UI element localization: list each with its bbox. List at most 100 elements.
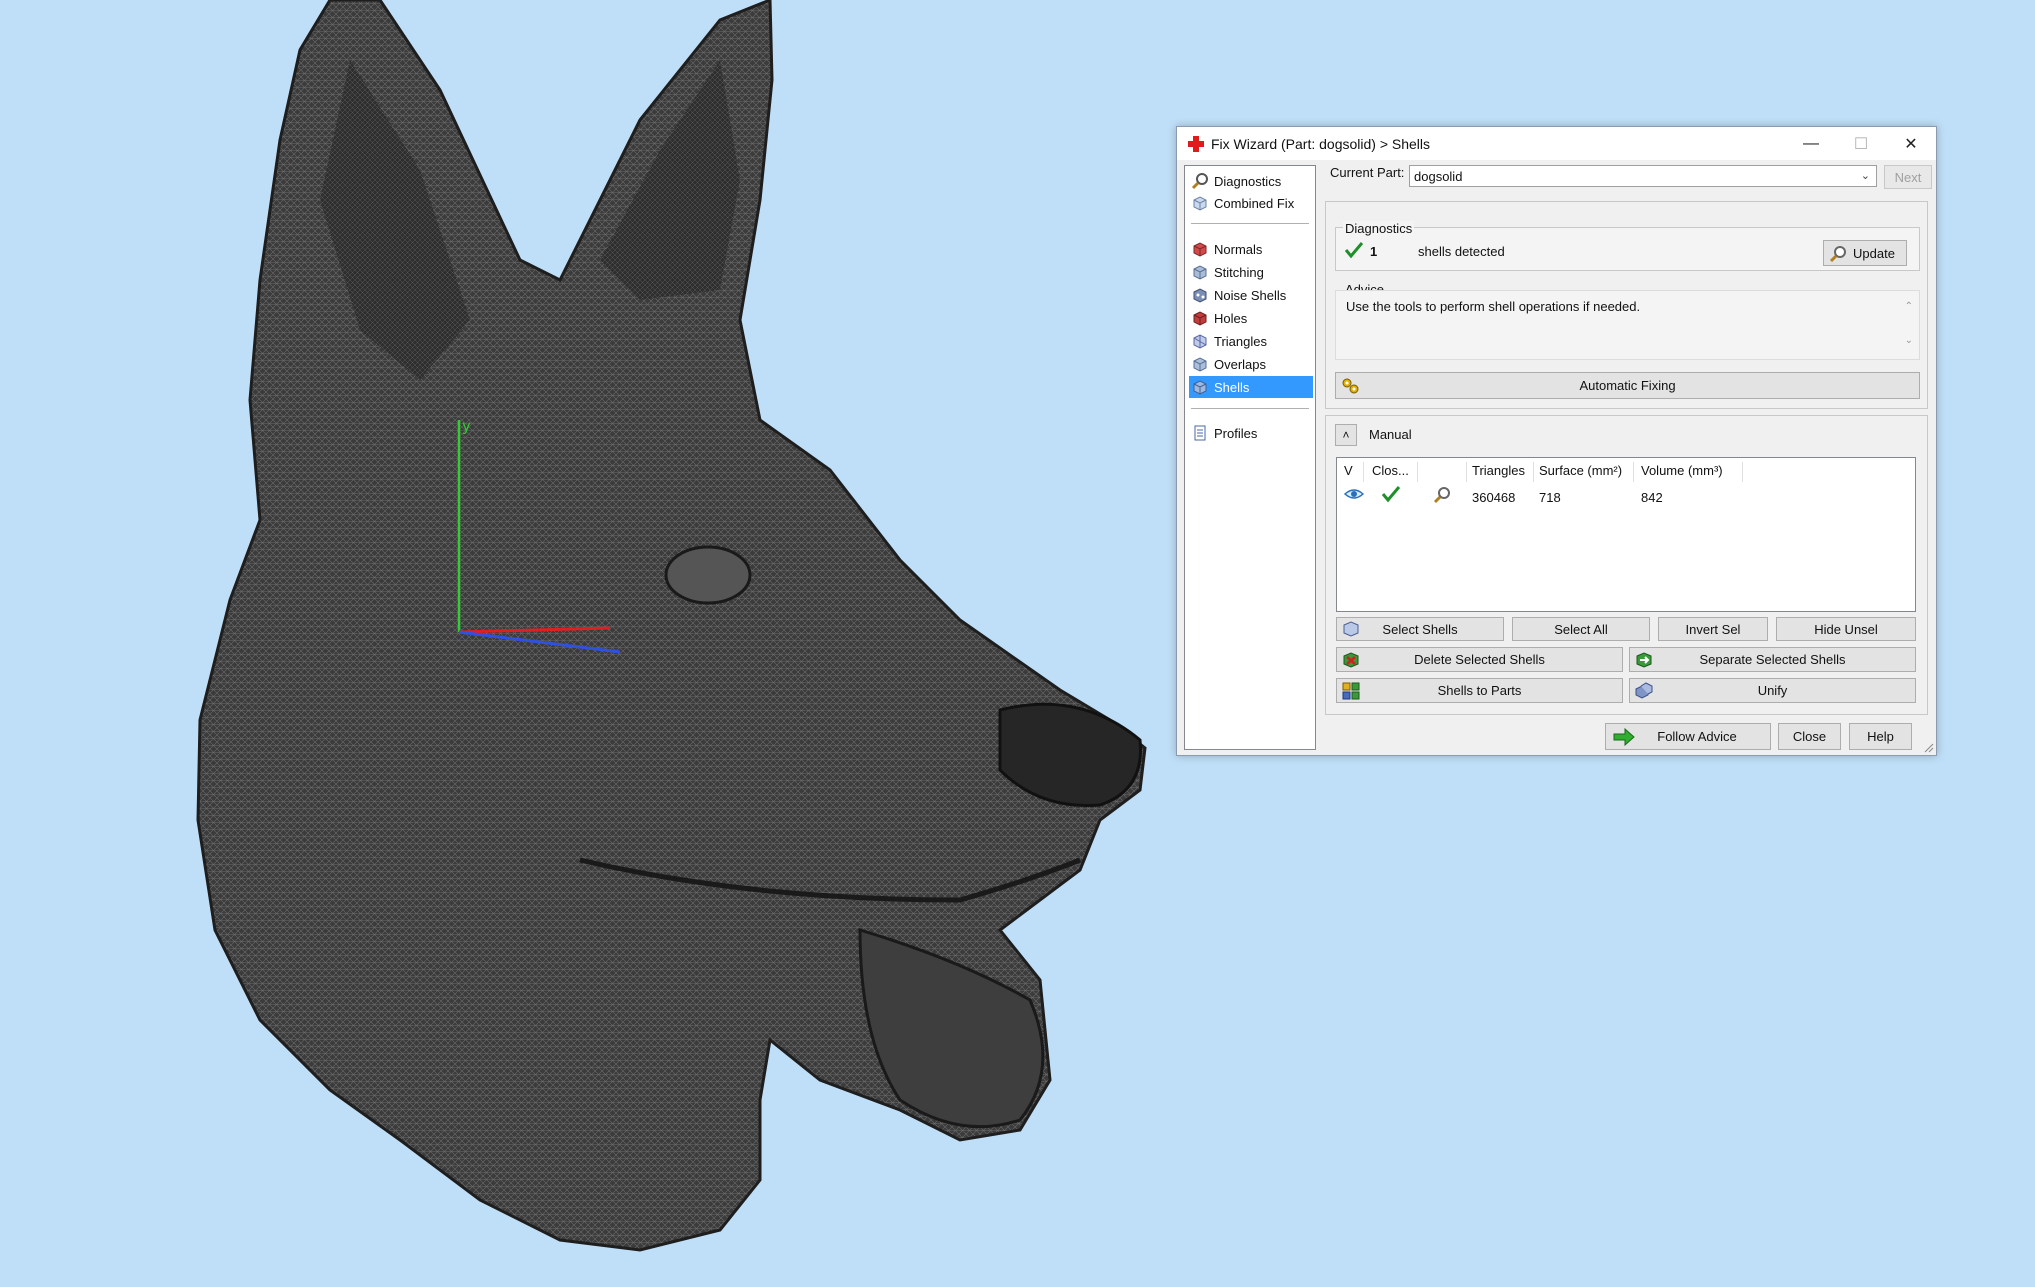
cube-icon [1193, 357, 1207, 372]
axis-y-label: y [462, 417, 471, 435]
cube-icon [1193, 334, 1207, 349]
nav-item-noise-shells[interactable]: Noise Shells [1189, 284, 1313, 306]
nav-item-label: Combined Fix [1214, 195, 1295, 211]
magnifier-icon [1829, 246, 1846, 263]
close-button[interactable]: Close [1778, 723, 1841, 750]
automatic-fixing-label: Automatic Fixing [1579, 378, 1676, 393]
nav-item-diagnostics[interactable]: Diagnostics [1189, 170, 1313, 192]
advice-text-area: Use the tools to perform shell operation… [1335, 290, 1920, 360]
nav-item-profiles[interactable]: Profiles [1189, 422, 1313, 444]
scroll-down-icon[interactable]: ⌄ [1905, 335, 1913, 346]
unify-label: Unify [1757, 683, 1788, 698]
title-bar[interactable]: Fix Wizard (Part: dogsolid) > Shells — ☐… [1177, 127, 1936, 160]
diagnostics-status-text: shells detected [1418, 244, 1505, 259]
column-header-surface[interactable]: Surface (mm²) [1539, 463, 1622, 483]
chevron-down-icon: ⌄ [1860, 170, 1870, 182]
separate-selected-shells-button[interactable]: Separate Selected Shells [1629, 647, 1916, 672]
shells-to-parts-label: Shells to Parts [1437, 683, 1522, 698]
delete-shell-icon [1343, 652, 1359, 668]
checkmark-icon [1344, 242, 1364, 259]
update-button[interactable]: Update [1823, 240, 1907, 266]
diagnostics-group-title: Diagnostics [1343, 221, 1415, 236]
magnifier-icon[interactable] [1432, 485, 1452, 505]
nav-item-label: Triangles [1214, 333, 1267, 349]
column-separator [1417, 462, 1418, 482]
cube-icon [1193, 196, 1207, 211]
shells-to-parts-icon [1342, 682, 1360, 700]
column-separator [1466, 462, 1467, 482]
nav-item-label: Profiles [1214, 425, 1258, 441]
cube-icon [1343, 621, 1359, 637]
hide-unselected-button[interactable]: Hide Unsel [1776, 617, 1916, 641]
current-part-value: dogsolid [1414, 168, 1463, 184]
viewport-canvas[interactable]: y [0, 0, 1170, 1287]
delete-selected-shells-button[interactable]: Delete Selected Shells [1336, 647, 1623, 672]
minimize-icon[interactable]: — [1786, 127, 1836, 160]
current-part-label: Current Part: [1330, 165, 1405, 180]
nav-item-stitching[interactable]: Stitching [1189, 261, 1313, 283]
separate-shell-icon [1636, 652, 1652, 668]
collapse-icon[interactable]: ˄ [1335, 424, 1357, 446]
nav-item-label: Shells [1214, 379, 1250, 395]
cube-icon [1193, 380, 1207, 395]
automatic-fixing-button[interactable]: Automatic Fixing [1335, 372, 1920, 399]
delete-selected-shells-label: Delete Selected Shells [1414, 652, 1545, 667]
help-button[interactable]: Help [1849, 723, 1912, 750]
shells-table[interactable]: V Clos... Triangles Surface (mm²) Volume… [1336, 457, 1916, 612]
cube-icon [1193, 288, 1207, 303]
shells-to-parts-button[interactable]: Shells to Parts [1336, 678, 1623, 703]
cell-volume: 842 [1641, 490, 1663, 505]
column-header-closed[interactable]: Clos... [1372, 463, 1409, 483]
nav-item-label: Holes [1214, 310, 1248, 326]
nav-item-shells[interactable]: Shells [1189, 376, 1313, 398]
cell-triangles: 360468 [1472, 490, 1516, 505]
nav-separator [1191, 408, 1309, 409]
select-all-button[interactable]: Select All [1512, 617, 1650, 641]
fix-wizard-dialog: Fix Wizard (Part: dogsolid) > Shells — ☐… [1176, 126, 1937, 756]
document-icon [1194, 425, 1206, 441]
nav-item-triangles[interactable]: Triangles [1189, 330, 1313, 352]
column-header-triangles[interactable]: Triangles [1472, 463, 1525, 483]
nav-item-overlaps[interactable]: Overlaps [1189, 353, 1313, 375]
eye-icon[interactable] [1343, 486, 1365, 502]
select-shells-label: Select Shells [1382, 621, 1458, 637]
unify-icon [1635, 682, 1653, 699]
follow-advice-label: Follow Advice [1657, 729, 1737, 744]
manual-label: Manual [1369, 427, 1412, 442]
next-button[interactable]: Next [1884, 165, 1932, 189]
nav-item-label: Normals [1214, 241, 1263, 257]
wizard-nav: Diagnostics Combined Fix Normals Stitchi… [1184, 165, 1316, 750]
column-separator [1633, 462, 1634, 482]
invert-selection-button[interactable]: Invert Sel [1658, 617, 1768, 641]
current-part-dropdown[interactable]: dogsolid ⌄ [1409, 165, 1877, 187]
shell-count: 1 [1370, 244, 1378, 259]
scroll-up-icon[interactable]: ⌃ [1905, 301, 1913, 312]
dog-head-model [196, 0, 1147, 1252]
column-header-volume[interactable]: Volume (mm³) [1641, 463, 1723, 483]
gears-icon [1342, 378, 1359, 394]
cube-icon [1193, 311, 1207, 326]
select-shells-button[interactable]: Select Shells [1336, 617, 1504, 641]
nav-item-normals[interactable]: Normals [1189, 238, 1313, 260]
column-separator [1742, 462, 1743, 482]
cube-icon [1193, 242, 1207, 257]
advice-text: Use the tools to perform shell operation… [1346, 299, 1641, 314]
resize-grip-icon[interactable] [1924, 743, 1934, 753]
column-header-visible[interactable]: V [1344, 463, 1353, 483]
separate-selected-shells-label: Separate Selected Shells [1699, 652, 1846, 667]
unify-button[interactable]: Unify [1629, 678, 1916, 703]
3d-viewport[interactable]: y [0, 0, 1170, 1287]
window-title: Fix Wizard (Part: dogsolid) > Shells [1211, 135, 1431, 152]
nav-item-label: Overlaps [1214, 356, 1267, 372]
nav-separator [1191, 223, 1309, 224]
column-separator [1533, 462, 1534, 482]
nav-item-holes[interactable]: Holes [1189, 307, 1313, 329]
cell-surface: 718 [1539, 490, 1561, 505]
maximize-icon[interactable]: ☐ [1836, 127, 1886, 160]
follow-advice-button[interactable]: Follow Advice [1605, 723, 1771, 750]
nav-item-label: Noise Shells [1214, 287, 1287, 303]
nav-item-label: Diagnostics [1214, 173, 1282, 189]
close-icon[interactable]: ✕ [1886, 127, 1936, 160]
nav-item-combined-fix[interactable]: Combined Fix [1189, 192, 1313, 214]
cube-icon [1193, 265, 1207, 280]
